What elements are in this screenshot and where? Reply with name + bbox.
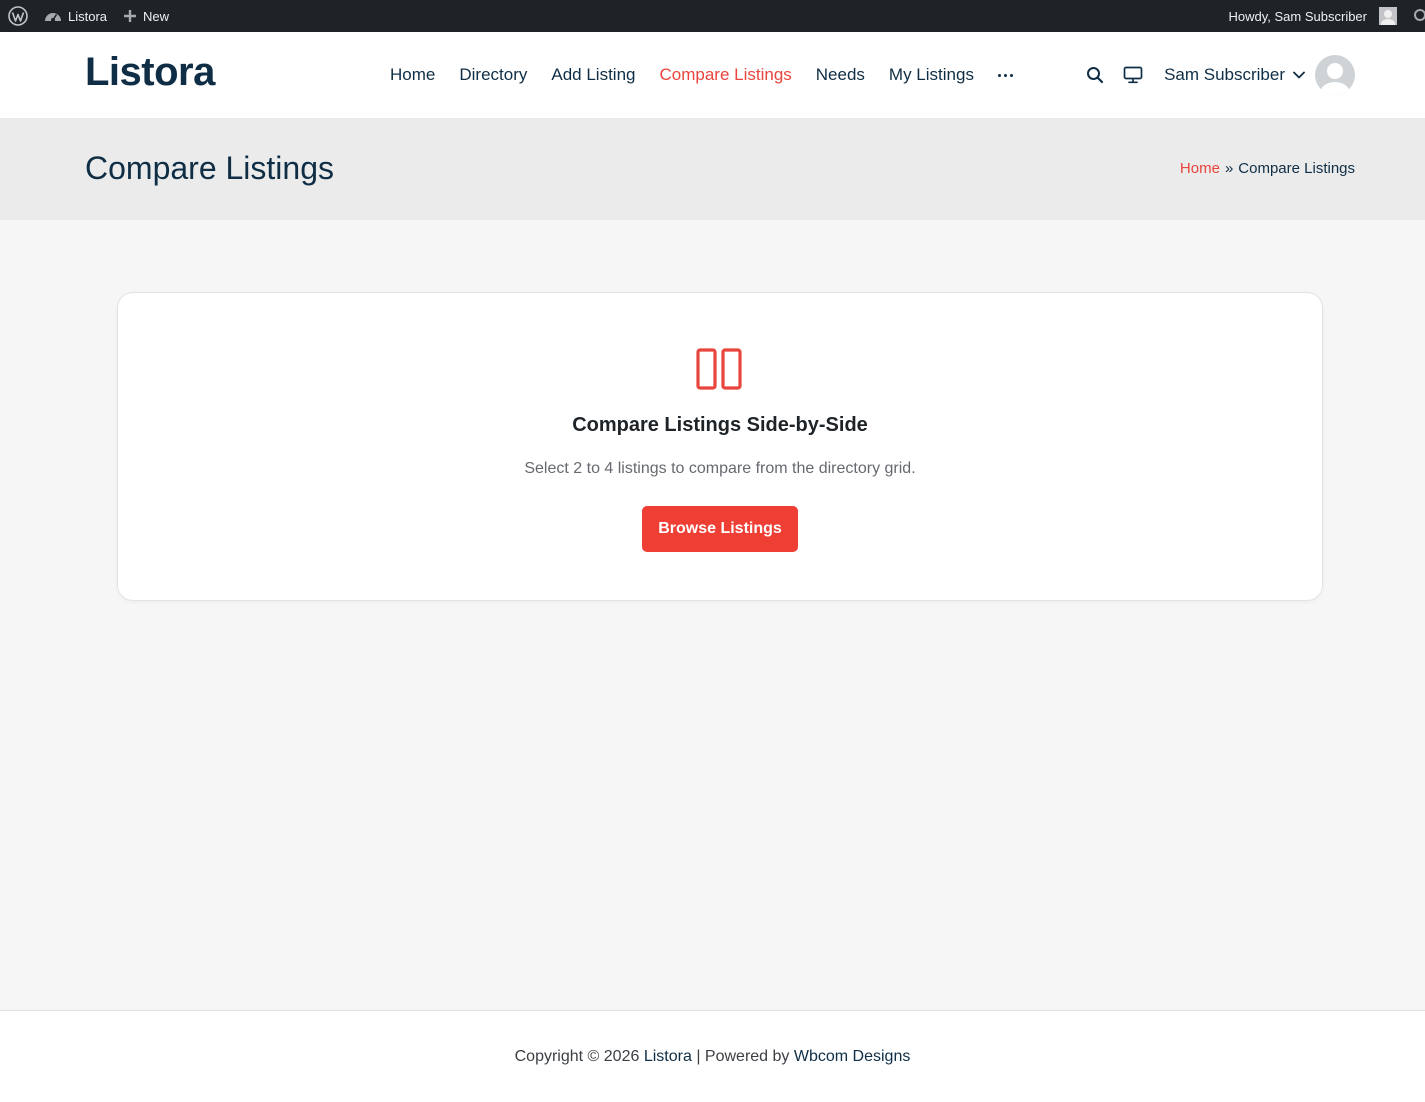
breadcrumb-home-link[interactable]: Home [1180, 160, 1220, 177]
main-navigation: Home Directory Add Listing Compare Listi… [390, 32, 1025, 118]
nav-more-button[interactable] [986, 32, 1025, 118]
admin-bar-right: Howdy, Sam Subscriber [1221, 0, 1425, 32]
empty-state-description: Select 2 to 4 listings to compare from t… [524, 460, 916, 477]
search-icon [1087, 67, 1104, 84]
header-search-button[interactable] [1076, 56, 1114, 94]
breadcrumb-current: Compare Listings [1238, 160, 1355, 177]
footer-copyright-prefix: Copyright © 2026 [514, 1048, 640, 1065]
nav-item-needs[interactable]: Needs [804, 32, 877, 118]
user-menu[interactable]: Sam Subscriber [1164, 65, 1305, 85]
footer-powered-by: Powered by [704, 1048, 790, 1065]
admin-greeting: Howdy, Sam Subscriber [1228, 8, 1367, 24]
site-logo[interactable]: Listora [85, 50, 215, 95]
admin-new-button[interactable]: New [115, 0, 177, 32]
empty-state-title: Compare Listings Side-by-Side [572, 414, 868, 436]
footer-copyright: Copyright © 2026 Listora | Powered by Wb… [0, 1048, 1425, 1066]
admin-search-button[interactable] [1405, 0, 1425, 32]
wordpress-icon [8, 6, 28, 26]
site-footer: Copyright © 2026 Listora | Powered by Wb… [0, 1010, 1425, 1102]
page-title: Compare Listings [85, 150, 334, 186]
more-dot-icon [1003, 73, 1007, 77]
user-avatar[interactable] [1315, 55, 1355, 95]
plus-icon [124, 10, 137, 22]
compare-columns-icon [696, 348, 742, 390]
compare-empty-state-card: Compare Listings Side-by-Side Select 2 t… [117, 292, 1323, 601]
page-title-bar: Compare Listings Home » Compare Listings [0, 118, 1425, 220]
breadcrumb: Home » Compare Listings [1180, 160, 1355, 177]
site-header: Listora Home Directory Add Listing Compa… [0, 32, 1425, 118]
nav-item-directory[interactable]: Directory [447, 32, 539, 118]
nav-item-add-listing[interactable]: Add Listing [539, 32, 647, 118]
admin-avatar [1379, 7, 1397, 25]
browse-listings-button[interactable]: Browse Listings [642, 506, 798, 552]
admin-new-label: New [143, 8, 170, 24]
breadcrumb-separator: » [1224, 160, 1234, 177]
nav-item-compare-listings[interactable]: Compare Listings [648, 32, 804, 118]
display-mode-button[interactable] [1114, 56, 1152, 94]
footer-separator: | [696, 1048, 701, 1065]
admin-site-name-link[interactable]: Listora [36, 0, 115, 32]
user-name: Sam Subscriber [1164, 65, 1285, 84]
search-icon [1414, 9, 1425, 21]
chevron-down-icon [1293, 71, 1305, 79]
nav-item-my-listings[interactable]: My Listings [877, 32, 986, 118]
footer-credit-link[interactable]: Wbcom Designs [794, 1048, 910, 1065]
admin-account-menu[interactable]: Howdy, Sam Subscriber [1221, 0, 1405, 32]
nav-item-home[interactable]: Home [390, 32, 447, 118]
wordpress-logo-button[interactable] [0, 0, 36, 32]
monitor-icon [1123, 66, 1143, 84]
admin-site-name: Listora [68, 8, 108, 24]
header-actions: Sam Subscriber [1076, 32, 1355, 118]
more-dot-icon [1009, 73, 1013, 77]
footer-site-link[interactable]: Listora [644, 1048, 692, 1065]
admin-bar-left: Listora New [0, 0, 177, 32]
more-dot-icon [997, 73, 1001, 77]
wp-admin-bar: Listora New Howdy, Sam Subscriber [0, 0, 1425, 32]
dashboard-icon [45, 13, 61, 22]
